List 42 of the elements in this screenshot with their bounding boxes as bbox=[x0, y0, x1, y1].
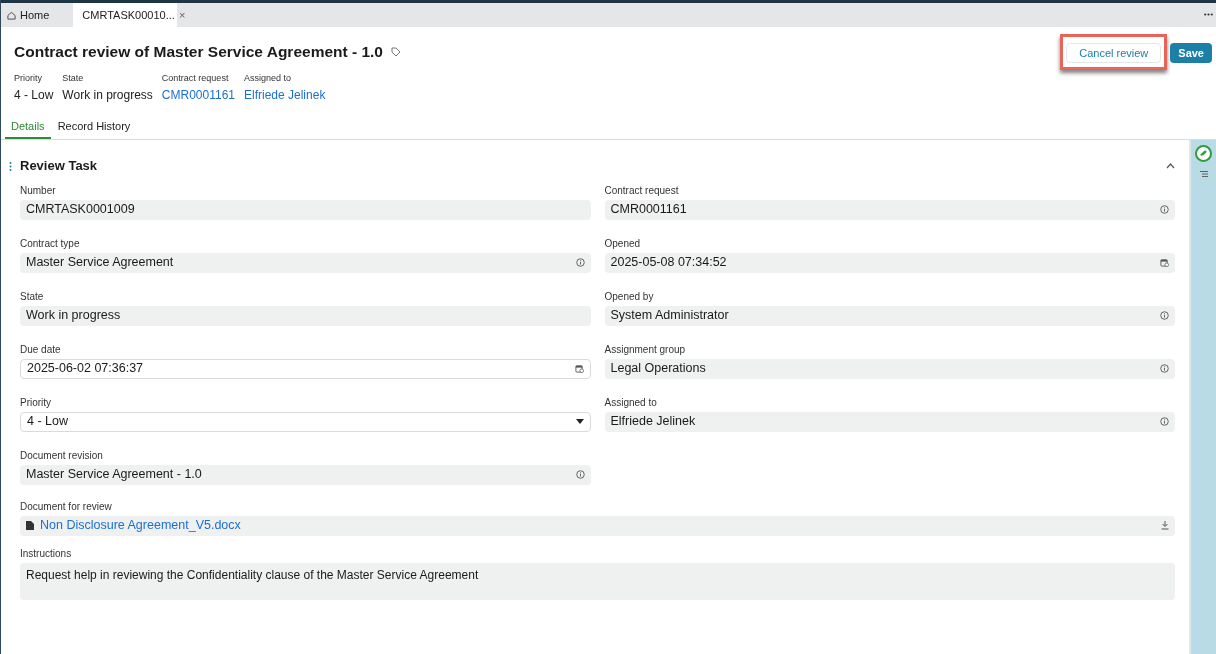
field-label: Assigned to bbox=[604, 395, 658, 409]
save-button[interactable]: Save bbox=[1170, 43, 1212, 64]
summary-link[interactable]: Elfriede Jelinek bbox=[244, 85, 326, 104]
field-label: Opened by bbox=[604, 289, 655, 303]
input-field[interactable]: CMR0001161 bbox=[604, 199, 1175, 220]
field-label: Assignment group bbox=[604, 342, 687, 356]
field-label: Contract request bbox=[604, 183, 680, 197]
field-label: Document for review bbox=[20, 499, 113, 513]
summary-label: State bbox=[62, 72, 85, 86]
page-title: Contract review of Master Service Agreement - 1.0 bbox=[14, 42, 383, 62]
record-tab[interactable]: Record History bbox=[51, 117, 137, 140]
input-field[interactable]: 2025-05-08 07:34:52 bbox=[604, 252, 1175, 273]
file-link[interactable]: Non Disclosure Agreement_V5.docx bbox=[40, 516, 241, 536]
input-field[interactable]: Elfriede Jelinek bbox=[604, 411, 1175, 432]
summary-value: 4 - Low bbox=[14, 86, 54, 104]
field-label: Contract type bbox=[20, 236, 81, 250]
field-label: Document revision bbox=[20, 448, 104, 462]
field-label: State bbox=[20, 289, 45, 303]
field-label: Instructions bbox=[20, 546, 73, 560]
text-area[interactable]: Request help in reviewing the Confidentiality clause of the Master Service Agreement bbox=[20, 562, 1175, 600]
field-label: Due date bbox=[20, 342, 62, 356]
summary-link[interactable]: CMR0001161 bbox=[161, 85, 235, 104]
input-field[interactable]: Work in progress bbox=[20, 305, 591, 326]
input-field[interactable]: Master Service Agreement bbox=[20, 252, 591, 273]
close-icon[interactable]: × bbox=[178, 6, 186, 24]
input-field[interactable]: 2025-06-02 07:36:37 bbox=[20, 358, 591, 379]
summary-label: Assigned to bbox=[244, 72, 293, 86]
input-field[interactable]: Legal Operations bbox=[604, 358, 1175, 379]
field-label: Priority bbox=[20, 395, 53, 409]
section-title: Review Task bbox=[20, 157, 98, 176]
browser-tab[interactable]: Home bbox=[5, 3, 52, 27]
summary-label: Priority bbox=[14, 72, 43, 86]
record-tab[interactable]: Details bbox=[5, 117, 51, 140]
field-label: Number bbox=[20, 183, 57, 197]
input-field[interactable]: System Administrator bbox=[604, 305, 1175, 326]
select-field[interactable]: 4 - Low bbox=[20, 411, 591, 432]
input-field[interactable]: CMRTASK0001009 bbox=[20, 199, 591, 220]
input-field[interactable]: Master Service Agreement - 1.0 bbox=[20, 464, 591, 485]
summary-label: Contract request bbox=[161, 72, 230, 86]
field-label: Opened bbox=[604, 236, 642, 250]
summary-value: Work in progress bbox=[62, 86, 153, 104]
cancel-button[interactable]: Cancel review bbox=[1066, 43, 1162, 64]
